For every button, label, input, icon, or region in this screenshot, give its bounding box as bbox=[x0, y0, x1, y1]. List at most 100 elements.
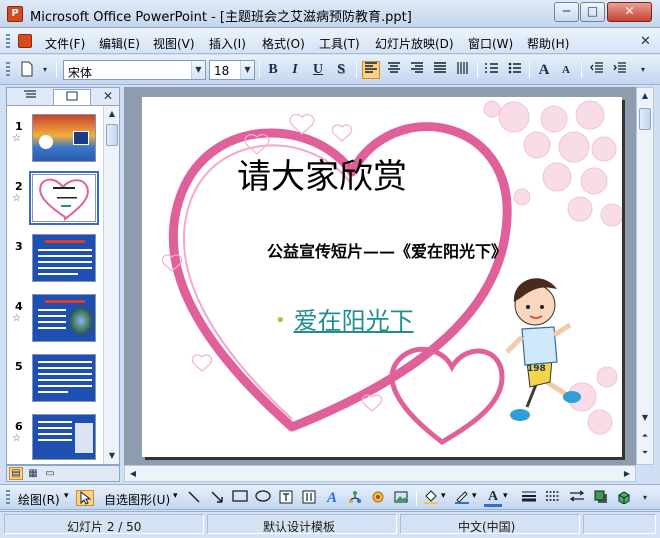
close-pane-icon[interactable]: ✕ bbox=[103, 89, 113, 103]
menu-insert[interactable]: 插入(I) bbox=[209, 35, 246, 52]
slide-bullet-text[interactable]: 爱在阳光下 bbox=[294, 307, 414, 335]
slide-title[interactable]: 请大家欣赏 bbox=[237, 149, 407, 198]
status-bar: 幻灯片 2 / 50 默认设计模板 中文(中国) bbox=[0, 511, 660, 538]
grow-font-button[interactable]: A bbox=[535, 61, 553, 79]
align-center-button[interactable] bbox=[385, 61, 403, 79]
3d-style-button[interactable] bbox=[615, 490, 633, 506]
arrow-style-button[interactable] bbox=[568, 490, 586, 506]
decrease-indent-button[interactable] bbox=[588, 61, 606, 79]
slide-bullet-link[interactable]: • 爱在阳光下 bbox=[275, 301, 414, 336]
new-document-icon[interactable] bbox=[18, 61, 36, 79]
slide-editing-area[interactable]: 请大家欣赏 公益宣传短片——《爱在阳光下》 • 爱在阳光下 198 bbox=[124, 87, 636, 465]
chevron-down-icon[interactable]: ▼ bbox=[240, 61, 254, 79]
vertical-text-button[interactable] bbox=[454, 61, 472, 79]
select-objects-button[interactable] bbox=[76, 490, 94, 506]
slide-thumbnail-5[interactable] bbox=[32, 354, 96, 402]
bullets-button[interactable] bbox=[506, 61, 524, 79]
clip-art-button[interactable] bbox=[369, 490, 387, 506]
tab-outline[interactable] bbox=[11, 89, 49, 105]
font-name-combo[interactable]: 宋体 ▼ bbox=[63, 60, 206, 80]
insert-picture-button[interactable] bbox=[392, 490, 410, 506]
scroll-right-icon[interactable]: ▶ bbox=[619, 466, 635, 482]
next-slide-icon[interactable]: ⏷ bbox=[637, 445, 653, 461]
slide-sorter-view-button[interactable]: ▦ bbox=[26, 467, 40, 480]
draw-menu-button[interactable]: 绘图(R) bbox=[18, 491, 60, 508]
previous-slide-icon[interactable]: ⏶ bbox=[637, 428, 653, 444]
textbox-tool-button[interactable] bbox=[277, 490, 295, 506]
chevron-down-icon[interactable]: ▾ bbox=[173, 491, 178, 501]
scroll-up-icon[interactable]: ▲ bbox=[637, 88, 653, 104]
powerpoint-app-icon[interactable]: P bbox=[7, 6, 23, 22]
minimize-button[interactable]: ─ bbox=[554, 2, 579, 22]
diagram-button[interactable] bbox=[346, 490, 364, 506]
autoshapes-menu-button[interactable]: 自选图形(U) bbox=[104, 491, 170, 508]
line-tool-button[interactable] bbox=[185, 490, 203, 506]
underline-button[interactable]: U bbox=[309, 61, 327, 79]
bold-button[interactable]: B bbox=[264, 61, 282, 79]
shrink-font-button[interactable]: A bbox=[557, 61, 575, 79]
menu-format[interactable]: 格式(O) bbox=[262, 35, 305, 52]
close-document-icon[interactable]: ✕ bbox=[640, 34, 651, 49]
toolbar-grip-handle[interactable] bbox=[6, 62, 10, 78]
arrow-tool-button[interactable] bbox=[208, 490, 226, 506]
slide-thumbnail-6[interactable] bbox=[32, 414, 96, 460]
wordart-button[interactable]: A bbox=[323, 490, 341, 506]
font-size-combo[interactable]: 18 ▼ bbox=[209, 60, 255, 80]
scroll-left-icon[interactable]: ◀ bbox=[125, 466, 141, 482]
document-icon[interactable] bbox=[18, 34, 32, 48]
slideshow-view-button[interactable]: ▭ bbox=[43, 467, 57, 480]
vertical-textbox-tool-button[interactable] bbox=[300, 490, 318, 506]
slide-scroll-thumb[interactable] bbox=[639, 108, 651, 130]
distribute-button[interactable] bbox=[431, 61, 449, 79]
close-button[interactable]: ✕ bbox=[607, 2, 652, 22]
scroll-down-icon[interactable]: ▼ bbox=[637, 410, 653, 426]
chevron-down-icon[interactable]: ▾ bbox=[472, 491, 477, 501]
numbering-button[interactable] bbox=[483, 61, 501, 79]
slide-subtitle[interactable]: 公益宣传短片——《爱在阳光下》 bbox=[267, 238, 507, 262]
status-template-cell[interactable]: 默认设计模板 bbox=[207, 514, 397, 534]
scroll-down-icon[interactable]: ▼ bbox=[104, 448, 120, 464]
chevron-down-icon[interactable]: ▾ bbox=[441, 491, 446, 501]
font-color-button[interactable]: A bbox=[484, 490, 502, 507]
italic-button[interactable]: I bbox=[286, 61, 304, 79]
tab-slides[interactable] bbox=[53, 89, 91, 105]
slide-vertical-scrollbar[interactable]: ▲ ▼ ⏶ ⏷ bbox=[636, 87, 654, 465]
scroll-up-icon[interactable]: ▲ bbox=[104, 106, 120, 122]
toolbar-options-icon[interactable]: ▾ bbox=[638, 490, 652, 506]
slide-thumbnail-1[interactable] bbox=[32, 114, 96, 162]
menu-help[interactable]: 帮助(H) bbox=[527, 35, 569, 52]
menu-edit[interactable]: 编辑(E) bbox=[99, 35, 140, 52]
toolbar-options-icon[interactable]: ▾ bbox=[36, 61, 54, 79]
maximize-button[interactable]: □ bbox=[580, 2, 605, 22]
oval-tool-button[interactable] bbox=[254, 490, 272, 506]
align-right-button[interactable] bbox=[408, 61, 426, 79]
chevron-down-icon[interactable]: ▾ bbox=[503, 491, 508, 501]
chevron-down-icon[interactable]: ▼ bbox=[191, 61, 205, 79]
chevron-down-icon[interactable]: ▾ bbox=[64, 491, 69, 501]
normal-view-button[interactable]: ▤ bbox=[9, 467, 23, 480]
menu-grip-handle[interactable] bbox=[6, 34, 10, 48]
drawbar-grip-handle[interactable] bbox=[6, 490, 10, 506]
toolbar-options-icon[interactable]: ▾ bbox=[636, 61, 650, 79]
shadow-style-button[interactable] bbox=[592, 490, 610, 506]
pane-scrollbar[interactable]: ▲ ▼ bbox=[103, 106, 119, 464]
fill-color-button[interactable] bbox=[422, 490, 440, 506]
slide-thumbnail-2[interactable] bbox=[29, 171, 99, 225]
align-left-button[interactable] bbox=[362, 61, 380, 79]
line-style-button[interactable] bbox=[520, 490, 538, 506]
dash-style-button[interactable] bbox=[544, 490, 562, 506]
menu-window[interactable]: 窗口(W) bbox=[468, 35, 513, 52]
slide-horizontal-scrollbar[interactable]: ◀ ▶ bbox=[124, 465, 636, 482]
rectangle-tool-button[interactable] bbox=[231, 490, 249, 506]
slide-thumbnail-3[interactable] bbox=[32, 234, 96, 282]
menu-slideshow[interactable]: 幻灯片放映(D) bbox=[375, 35, 454, 52]
slide-canvas[interactable]: 请大家欣赏 公益宣传短片——《爱在阳光下》 • 爱在阳光下 198 bbox=[142, 97, 622, 457]
menu-view[interactable]: 视图(V) bbox=[153, 35, 195, 52]
menu-file[interactable]: 文件(F) bbox=[45, 35, 85, 52]
shadow-button[interactable]: S bbox=[332, 61, 350, 79]
line-color-button[interactable] bbox=[453, 490, 471, 506]
pane-scroll-thumb[interactable] bbox=[106, 124, 118, 146]
increase-indent-button[interactable] bbox=[611, 61, 629, 79]
menu-tools[interactable]: 工具(T) bbox=[319, 35, 360, 52]
slide-thumbnail-4[interactable] bbox=[32, 294, 96, 342]
